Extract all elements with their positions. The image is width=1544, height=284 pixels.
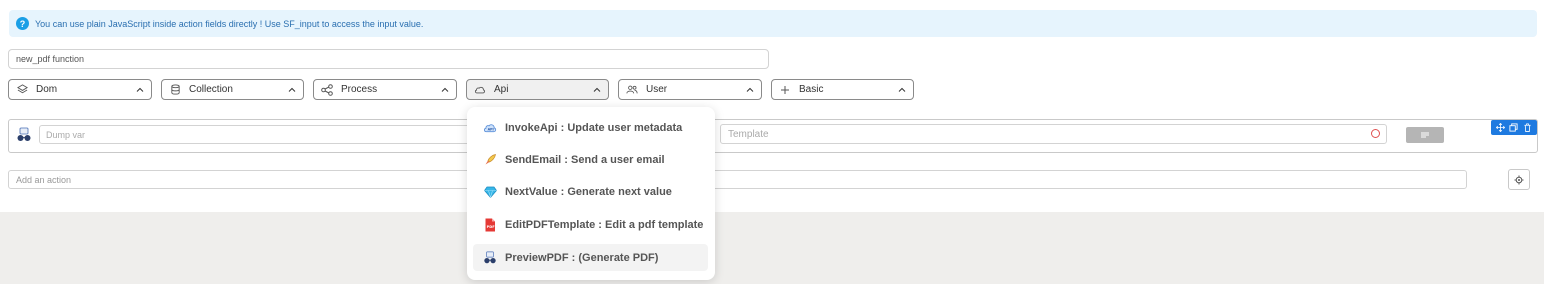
pdf-file-icon: PDF [483,218,497,232]
layers-icon [16,84,28,96]
api-dropdown-menu: API InvokeApi : Update user metadata Sen… [467,107,715,280]
plus-icon [779,84,791,96]
users-icon [626,84,638,96]
copy-icon[interactable] [1509,123,1519,132]
template-options-button[interactable] [1406,127,1444,143]
chevron-up-icon [136,87,144,92]
page-background-area [0,212,1544,284]
menu-item-previewpdf[interactable]: PreviewPDF : (Generate PDF) [473,244,708,271]
chevron-up-icon [288,87,296,92]
rocket-icon [483,153,497,167]
template-placeholder: Template [728,128,769,140]
chevron-up-icon [746,87,754,92]
info-banner: ? You can use plain JavaScript inside ac… [9,10,1537,37]
category-label: Dom [36,84,58,95]
database-icon [169,84,181,96]
chevron-up-icon [593,87,601,92]
category-api-button[interactable]: Api [466,79,609,100]
share-nodes-icon [321,83,333,96]
category-label: Basic [799,84,824,95]
svg-text:API: API [488,128,494,132]
category-dom-button[interactable]: Dom [8,79,152,100]
gem-icon [483,185,497,199]
category-label: Process [341,84,378,95]
menu-item-editpdftemplate[interactable]: PDF EditPDFTemplate : Edit a pdf templat… [473,211,708,238]
info-banner-text: You can use plain JavaScript inside acti… [35,18,424,29]
menu-item-label: InvokeApi : Update user metadata [505,121,683,134]
gear-icon [1514,175,1524,184]
category-label: User [646,84,668,95]
dump-var-input[interactable]: Dump var [39,125,479,144]
category-label: Api [494,84,509,95]
chevron-up-icon [441,87,449,92]
pdf-glasses-icon [16,127,32,143]
category-process-button[interactable]: Process [313,79,457,100]
chevron-up-icon [898,87,906,92]
svg-text:PDF: PDF [487,225,496,229]
cloud-api-icon: API [483,121,497,135]
menu-item-label: EditPDFTemplate : Edit a pdf template [505,218,704,231]
menu-item-sendemail[interactable]: SendEmail : Send a user email [473,146,708,173]
function-name-input[interactable]: new_pdf function [8,49,769,69]
action-toolbar [1491,120,1537,135]
trash-icon[interactable] [1523,123,1532,132]
category-user-button[interactable]: User [618,79,762,100]
required-indicator-icon [1371,129,1380,138]
category-label: Collection [189,84,233,95]
cloud-icon [474,84,486,96]
add-action-input[interactable]: Add an action [8,170,1467,189]
lines-icon [1421,132,1429,138]
move-icon[interactable] [1496,123,1506,132]
menu-item-label: NextValue : Generate next value [505,185,672,198]
menu-item-invokeapi[interactable]: API InvokeApi : Update user metadata [473,114,708,141]
category-collection-button[interactable]: Collection [161,79,304,100]
menu-item-nextvalue[interactable]: NextValue : Generate next value [473,178,708,205]
menu-item-label: PreviewPDF : (Generate PDF) [505,251,659,264]
category-basic-button[interactable]: Basic [771,79,914,100]
question-circle-icon: ? [16,17,29,30]
template-input[interactable]: Template [720,124,1387,144]
pdf-glasses-icon [483,251,497,265]
menu-item-label: SendEmail : Send a user email [505,153,665,166]
settings-button[interactable] [1508,169,1530,190]
